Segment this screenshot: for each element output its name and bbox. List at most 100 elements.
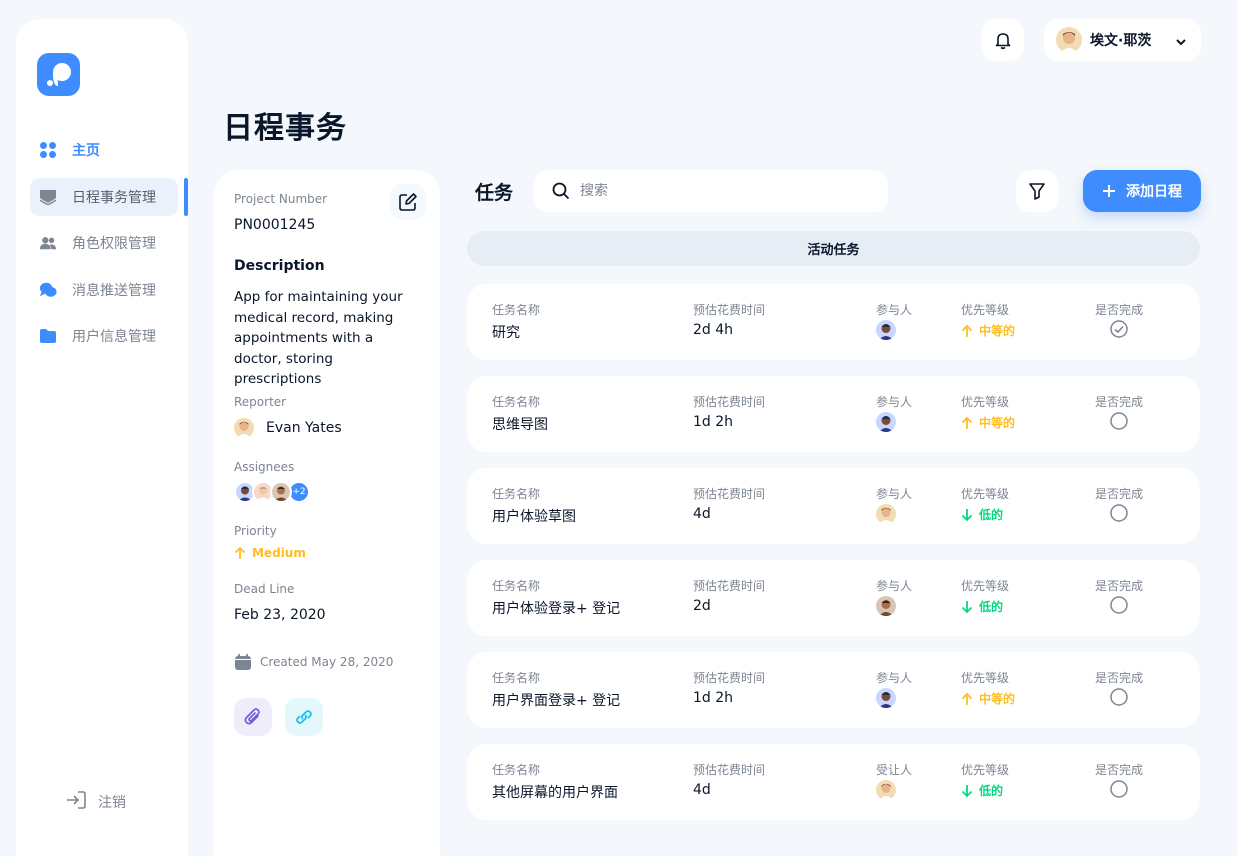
avatar [876,504,896,524]
task-name: 用户体验登录+ 登记 [492,601,621,617]
task-time: 1d 2h [693,414,734,430]
plus-icon [1103,185,1115,197]
calendar-icon [235,654,251,670]
bell-icon [995,33,1011,50]
task-row[interactable]: 任务名称 用户体验登录+ 登记 预估花费时间 2d 参与人 优先等级 低的 是否完成 [467,560,1200,636]
avatar [876,596,896,616]
active-tasks-label: 活动任务 [807,243,860,258]
sidebar-item-schedule[interactable]: 日程事务管理 [30,177,188,216]
sidebar-item-roles[interactable]: 角色权限管理 [30,224,188,262]
reporter: Evan Yates [234,418,342,438]
app-logo[interactable] [37,53,80,96]
filter-icon [1029,183,1045,200]
unchecked-circle-icon[interactable] [1110,780,1128,798]
column-header-participant: 参与人 [876,303,913,317]
add-schedule-label: 添加日程 [1126,184,1182,200]
task-list: 任务名称 研究 预估花费时间 2d 4h 参与人 优先等级 中等的 是否完成 任务名… [467,284,1200,836]
column-header-done: 是否完成 [1095,671,1144,685]
avatar [876,320,896,340]
logout-icon [66,791,86,813]
unchecked-circle-icon[interactable] [1110,596,1128,614]
column-header-priority: 优先等级 [961,763,1010,777]
task-row[interactable]: 任务名称 其他屏幕的用户界面 预估花费时间 4d 受让人 优先等级 低的 是否完成 [467,744,1200,820]
folder-icon [39,327,57,345]
priority-text: 低的 [979,784,1004,798]
task-row[interactable]: 任务名称 用户体验草图 预估花费时间 4d 参与人 优先等级 低的 是否完成 [467,468,1200,544]
column-header-done: 是否完成 [1095,763,1144,777]
priority-text: 低的 [979,508,1004,522]
assignees-label: Assignees [234,460,295,474]
logout-button[interactable]: 注销 [66,791,126,813]
avatar [1056,27,1082,53]
project-number-label: Project Number [234,192,328,206]
search-input[interactable] [580,183,870,199]
priority-text: 中等的 [979,416,1016,430]
priority-text: 中等的 [979,692,1016,706]
reporter-name: Evan Yates [266,420,342,436]
column-header-priority: 优先等级 [961,395,1010,409]
column-header-time: 预估花费时间 [693,763,766,777]
sidebar-item-messages[interactable]: 消息推送管理 [30,271,188,309]
created-date: Created May 28, 2020 [234,653,393,671]
sidebar-item-label: 消息推送管理 [72,282,156,299]
task-name: 研究 [492,325,520,341]
column-header-time: 预估花费时间 [693,579,766,593]
add-schedule-button[interactable]: 添加日程 [1083,170,1201,212]
edit-icon [399,193,417,211]
user-menu[interactable]: 埃文·耶茨 [1044,19,1201,61]
active-tasks-bar[interactable]: 活动任务 [467,231,1200,266]
description-title: Description [234,258,325,274]
priority-value: Medium [234,546,306,560]
edit-button[interactable] [390,184,426,220]
column-header-priority: 优先等级 [961,487,1010,501]
unchecked-circle-icon[interactable] [1110,688,1128,706]
priority-medium: 中等的 [961,690,1015,707]
avatar [270,481,292,503]
notifications-button[interactable] [982,19,1024,61]
column-header-name: 任务名称 [492,579,541,593]
sidebar-item-home[interactable]: 主页 [30,131,188,169]
column-header-participant: 参与人 [876,487,913,501]
avatar [876,688,896,708]
sidebar-item-label: 日程事务管理 [72,189,156,206]
task-row[interactable]: 任务名称 用户界面登录+ 登记 预估花费时间 1d 2h 参与人 优先等级 中等的 … [467,652,1200,728]
attachment-button[interactable] [234,698,272,736]
checked-circle-icon[interactable] [1110,320,1128,338]
avatar [234,418,254,438]
arrow-down-icon [961,508,973,521]
assignees-avatars[interactable]: +2 [234,481,310,503]
chevron-down-icon [1175,33,1187,52]
filter-button[interactable] [1016,170,1058,212]
column-header-done: 是否完成 [1095,579,1144,593]
link-icon [296,710,312,724]
column-header-time: 预估花费时间 [693,671,766,685]
created-text: Created May 28, 2020 [260,655,394,669]
search-box [534,170,888,212]
unchecked-circle-icon[interactable] [1110,504,1128,522]
priority-medium: 中等的 [961,322,1015,339]
avatar [876,780,896,800]
sidebar-item-label: 角色权限管理 [72,236,156,252]
task-time: 4d [693,506,711,522]
task-row[interactable]: 任务名称 思维导图 预估花费时间 1d 2h 参与人 优先等级 中等的 是否完成 [467,376,1200,452]
sidebar-item-users[interactable]: 用户信息管理 [30,317,188,355]
column-header-name: 任务名称 [492,671,541,685]
column-header-priority: 优先等级 [961,303,1010,317]
link-button[interactable] [285,698,323,736]
arrow-up-icon [961,416,973,429]
chat-icon [39,281,57,299]
users-icon [39,234,57,252]
arrow-up-icon [961,324,973,337]
column-header-done: 是否完成 [1095,303,1144,317]
arrow-down-icon [961,784,973,797]
column-header-participant: 参与人 [876,395,913,409]
logout-label: 注销 [98,795,126,811]
task-row[interactable]: 任务名称 研究 预估花费时间 2d 4h 参与人 优先等级 中等的 是否完成 [467,284,1200,360]
column-header-participant: 参与人 [876,671,913,685]
column-header-done: 是否完成 [1095,487,1144,501]
dashboard-icon [39,141,57,159]
deadline-label: Dead Line [234,582,295,596]
column-header-name: 任务名称 [492,303,541,317]
task-time: 4d [693,782,711,798]
unchecked-circle-icon[interactable] [1110,412,1128,430]
